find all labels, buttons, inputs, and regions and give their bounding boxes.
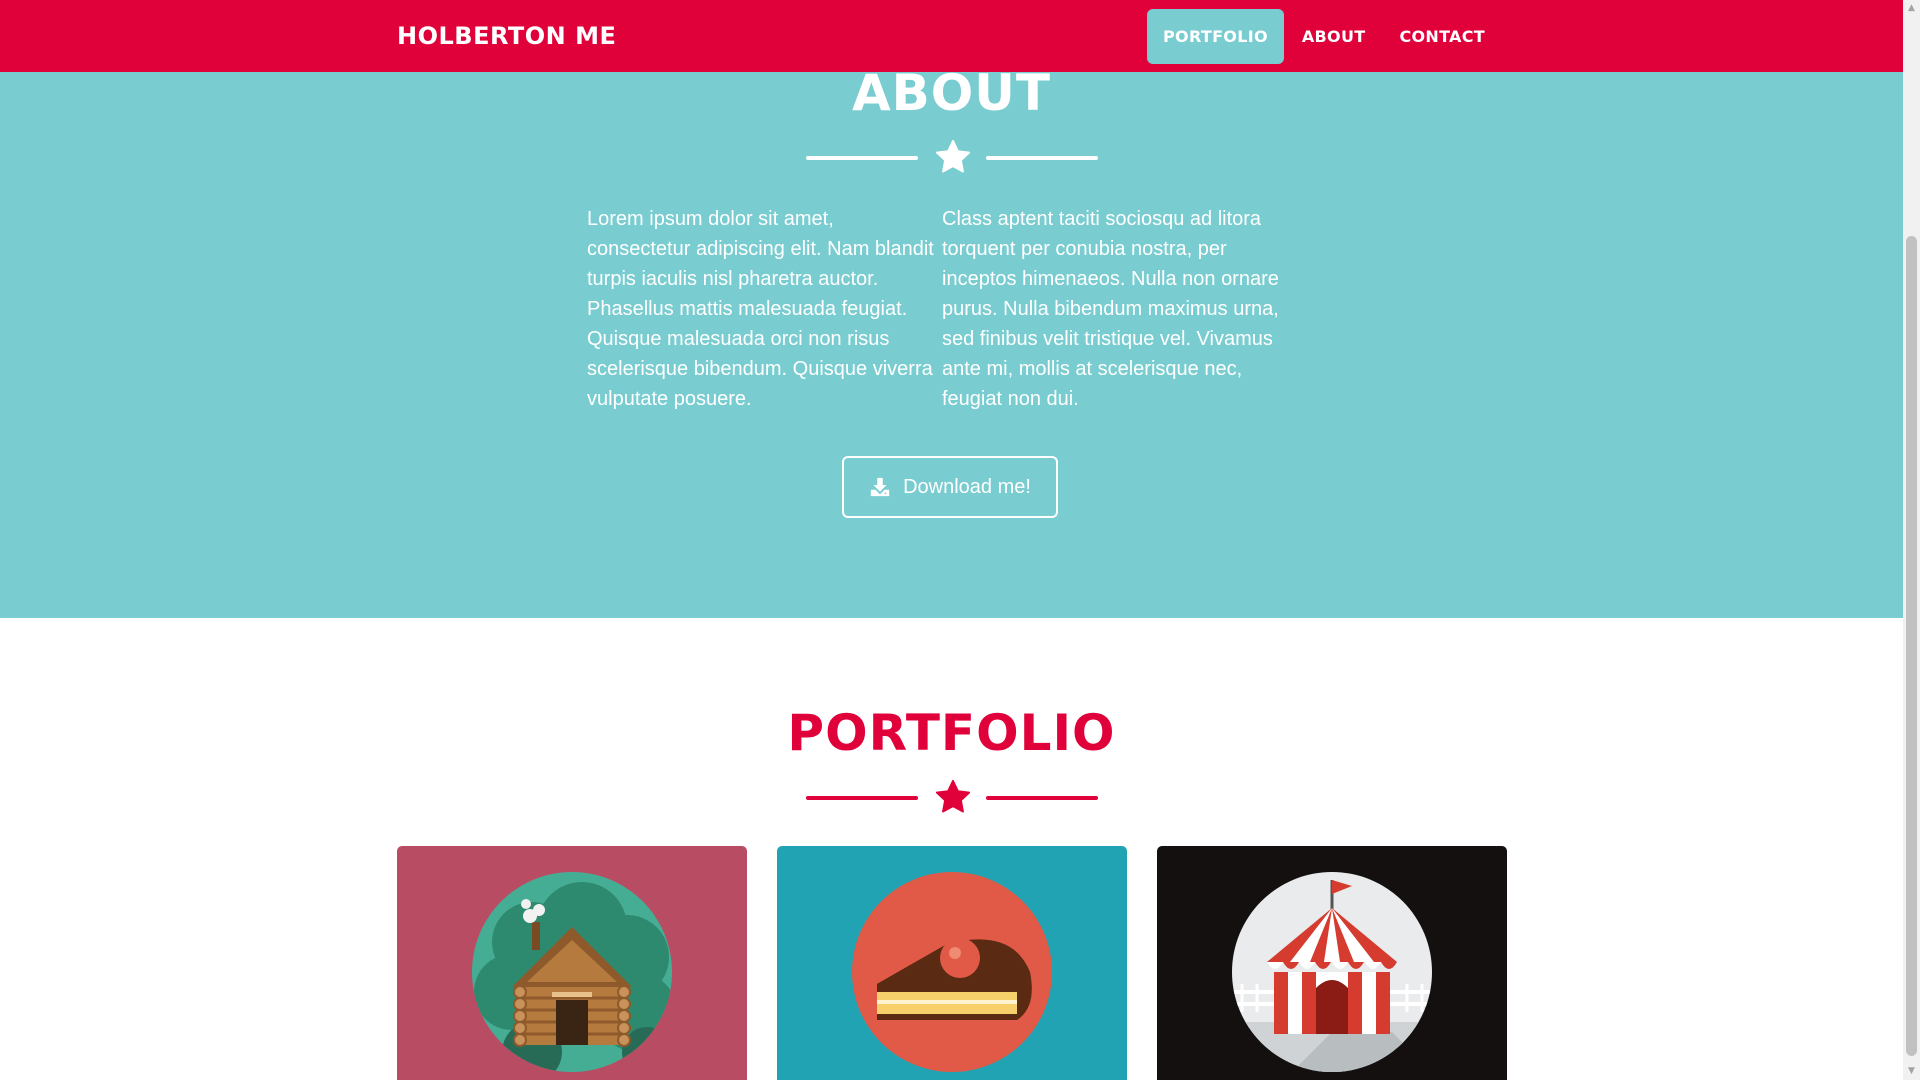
scroll-down-arrow-icon[interactable]: ▼ — [1903, 1063, 1920, 1080]
divider-line-left — [806, 796, 918, 800]
navbar: HOLBERTON ME PORTFOLIO ABOUT CONTACT — [0, 0, 1903, 72]
star-icon — [935, 779, 971, 813]
nav-item-portfolio[interactable]: PORTFOLIO — [1147, 9, 1284, 64]
about-title: ABOUT — [851, 64, 1052, 122]
star-icon — [935, 139, 971, 173]
about-paragraph-right: Class aptent taciti sociosqu ad litora t… — [942, 208, 1279, 410]
portfolio-card-cabin[interactable] — [397, 846, 747, 1080]
about-columns: Lorem ipsum dolor sit amet, consectetur … — [587, 204, 1297, 414]
nav-links: PORTFOLIO ABOUT CONTACT — [1147, 9, 1501, 64]
page: ABOUT Lorem ipsum dolor sit amet, consec… — [0, 0, 1903, 1080]
about-paragraph-left: Lorem ipsum dolor sit amet, consectetur … — [587, 208, 934, 410]
about-divider — [806, 138, 1098, 178]
download-icon — [870, 477, 890, 497]
portfolio-divider — [806, 778, 1098, 818]
about-section: ABOUT Lorem ipsum dolor sit amet, consec… — [0, 0, 1903, 618]
circus-tent-icon — [1232, 872, 1432, 1072]
portfolio-card-circus[interactable] — [1157, 846, 1507, 1080]
nav-item-contact[interactable]: CONTACT — [1383, 9, 1501, 64]
scrollbar-thumb[interactable] — [1906, 236, 1917, 1056]
divider-line-left — [806, 156, 918, 160]
divider-line-right — [986, 796, 1098, 800]
download-button[interactable]: Download me! — [842, 456, 1058, 518]
divider-line-right — [986, 156, 1098, 160]
vertical-scrollbar[interactable]: ▲ ▼ — [1903, 0, 1920, 1080]
portfolio-card-cake[interactable] — [777, 846, 1127, 1080]
nav-item-about[interactable]: ABOUT — [1286, 9, 1382, 64]
cake-icon — [852, 872, 1052, 1072]
portfolio-title: PORTFOLIO — [787, 704, 1116, 762]
brand-logo[interactable]: HOLBERTON ME — [397, 0, 616, 72]
cabin-icon — [472, 872, 672, 1072]
scroll-up-arrow-icon[interactable]: ▲ — [1903, 0, 1920, 17]
portfolio-grid — [397, 846, 1507, 1080]
download-label: Download me! — [903, 475, 1031, 498]
